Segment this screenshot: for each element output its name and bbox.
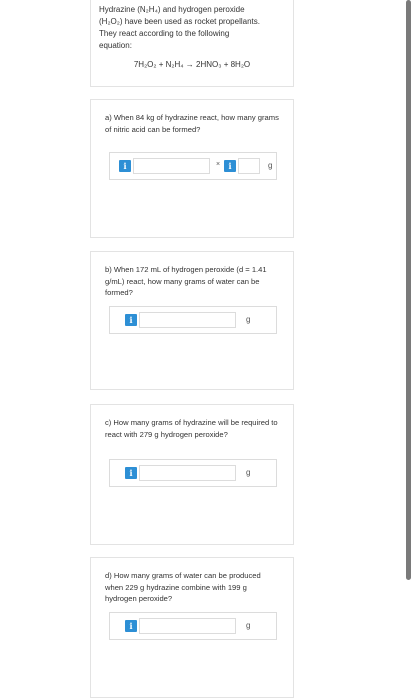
question-d-card: d) How many grams of water can be produc… xyxy=(90,557,294,698)
question-c-answer-row: i g xyxy=(109,459,277,487)
question-d-text: d) How many grams of water can be produc… xyxy=(105,571,261,603)
scrollbar[interactable] xyxy=(406,0,411,580)
unit-label: g xyxy=(268,161,273,170)
question-b-card: b) When 172 mL of hydrogen peroxide (d =… xyxy=(90,251,294,390)
info-icon[interactable]: i xyxy=(119,160,131,172)
info-icon[interactable]: i xyxy=(125,467,137,479)
answer-d-input[interactable] xyxy=(139,618,236,634)
answer-a-exponent-input[interactable] xyxy=(238,158,260,174)
answer-c-input[interactable] xyxy=(139,465,236,481)
question-c-text: c) How many grams of hydrazine will be r… xyxy=(105,418,278,439)
info-icon[interactable]: i xyxy=(125,620,137,632)
question-a-card: a) When 84 kg of hydrazine react, how ma… xyxy=(90,99,294,238)
multiply-sign: × xyxy=(216,161,221,168)
unit-label: g xyxy=(246,621,251,630)
intro-card: Hydrazine (N₂H₄) and hydrogen peroxide (… xyxy=(90,0,294,87)
intro-line-1: Hydrazine (N₂H₄) and hydrogen peroxide xyxy=(99,5,245,14)
unit-label: g xyxy=(246,315,251,324)
unit-label: g xyxy=(246,468,251,477)
info-icon[interactable]: i xyxy=(224,160,236,172)
question-d-answer-row: i g xyxy=(109,612,277,640)
answer-b-input[interactable] xyxy=(139,312,236,328)
answer-a-input[interactable] xyxy=(133,158,210,174)
question-a-text: a) When 84 kg of hydrazine react, how ma… xyxy=(105,113,279,134)
question-b-answer-row: i g xyxy=(109,306,277,334)
intro-line-2: (H₂O₂) have been used as rocket propella… xyxy=(99,17,260,26)
question-b-text: b) When 172 mL of hydrogen peroxide (d =… xyxy=(105,265,267,297)
reaction-equation: 7H₂O₂ + N₂H₄ → 2HNO₃ + 8H₂O xyxy=(133,60,251,69)
info-icon[interactable]: i xyxy=(125,314,137,326)
question-c-card: c) How many grams of hydrazine will be r… xyxy=(90,404,294,545)
question-a-answer-row: i × i g xyxy=(109,152,277,180)
intro-line-4: equation: xyxy=(99,41,132,50)
intro-line-3: They react according to the following xyxy=(99,29,230,38)
